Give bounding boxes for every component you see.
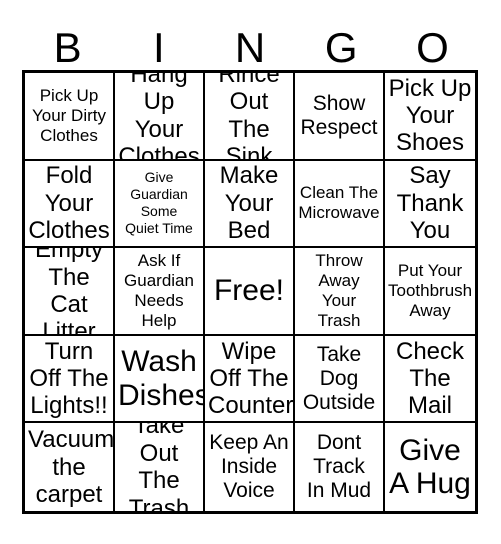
header-letter-o: O: [416, 24, 449, 71]
bingo-cell-label: Put Your Toothbrush Away: [388, 260, 473, 321]
bingo-cell-label: Take Dog Outside: [302, 342, 376, 414]
bingo-cell-label: Dont Track In Mud: [306, 431, 372, 503]
bingo-cell[interactable]: Vacuum the carpet: [25, 423, 115, 511]
bingo-cell[interactable]: Pick Up Your Dirty Clothes: [25, 73, 115, 161]
header-letter-i: I: [152, 24, 165, 71]
bingo-cell[interactable]: Wash Dishes: [115, 335, 205, 424]
bingo-cell[interactable]: Rince Out The Sink: [205, 73, 295, 161]
bingo-cell[interactable]: Check The Mail: [385, 335, 475, 424]
bingo-cell-label: Pick Up Your Dirty Clothes: [31, 85, 106, 145]
bingo-cell[interactable]: Make Your Bed: [205, 160, 295, 249]
bingo-free-label: Free!: [213, 274, 285, 308]
bingo-cell-label: Keep An Inside Voice: [209, 431, 289, 503]
bingo-cell[interactable]: Put Your Toothbrush Away: [385, 248, 475, 336]
bingo-cell[interactable]: Give Guardian Some Quiet Time: [115, 160, 205, 249]
bingo-cell[interactable]: Clean The Microwave: [295, 160, 385, 249]
bingo-cell-label: Give Guardian Some Quiet Time: [125, 169, 193, 237]
bingo-cell-label: Turn Off The Lights!!: [29, 337, 109, 420]
bingo-cell-label: Wipe Off The Counter: [208, 337, 294, 420]
bingo-cell-label: Wash Dishes: [118, 345, 205, 412]
bingo-cell[interactable]: Turn Off The Lights!!: [25, 335, 115, 424]
bingo-cell[interactable]: Dont Track In Mud: [295, 423, 385, 511]
bingo-cell[interactable]: Throw Away Your Trash: [295, 248, 385, 336]
bingo-cell[interactable]: Say Thank You: [385, 160, 475, 249]
bingo-cell-label: Clean The Microwave: [298, 183, 380, 223]
bingo-free-cell[interactable]: Free!: [205, 248, 295, 336]
bingo-cell-label: Take Out The Trash: [128, 423, 190, 511]
bingo-cell-label: Make Your Bed: [219, 162, 279, 245]
bingo-cell-label: Vacuum the carpet: [28, 426, 115, 508]
bingo-cell[interactable]: Fold Your Clothes: [25, 160, 115, 249]
bingo-cell[interactable]: Hang Up Your Clothes: [115, 73, 205, 161]
bingo-cell-label: Throw Away Your Trash: [315, 250, 363, 331]
bingo-cell[interactable]: Wipe Off The Counter: [205, 335, 295, 424]
bingo-cell-label: Empty The Cat Litter: [34, 248, 103, 336]
bingo-cell-label: Ask If Guardian Needs Help: [124, 250, 194, 331]
bingo-cell-label: Check The Mail: [395, 337, 465, 420]
header-letter-g: G: [324, 24, 358, 71]
bingo-cell-label: Fold Your Clothes: [28, 162, 110, 245]
bingo-cell[interactable]: Ask If Guardian Needs Help: [115, 248, 205, 336]
bingo-cell[interactable]: Give A Hug: [385, 423, 475, 511]
bingo-cell[interactable]: Show Respect: [295, 73, 385, 161]
bingo-cell-label: Pick Up Your Shoes: [388, 74, 472, 157]
bingo-cell[interactable]: Keep An Inside Voice: [205, 423, 295, 511]
bingo-cell-label: Give A Hug: [389, 433, 471, 501]
bingo-grid: Pick Up Your Dirty Clothes Hang Up Your …: [22, 70, 478, 514]
bingo-card: B I N G O Pick Up Your Dirty Clothes Han…: [0, 0, 501, 544]
bingo-cell[interactable]: Take Dog Outside: [295, 335, 385, 424]
header-letter-n: N: [234, 24, 266, 71]
bingo-cell[interactable]: Take Out The Trash: [115, 423, 205, 511]
bingo-header: B I N G O: [22, 16, 478, 70]
bingo-cell-label: Say Thank You: [396, 162, 464, 245]
bingo-cell-label: Show Respect: [300, 91, 378, 139]
bingo-cell[interactable]: Pick Up Your Shoes: [385, 73, 475, 161]
bingo-cell-label: Rince Out The Sink: [218, 73, 280, 161]
bingo-cell-label: Hang Up Your Clothes: [118, 73, 200, 161]
header-letter-b: B: [53, 24, 82, 71]
bingo-cell[interactable]: Empty The Cat Litter: [25, 248, 115, 336]
